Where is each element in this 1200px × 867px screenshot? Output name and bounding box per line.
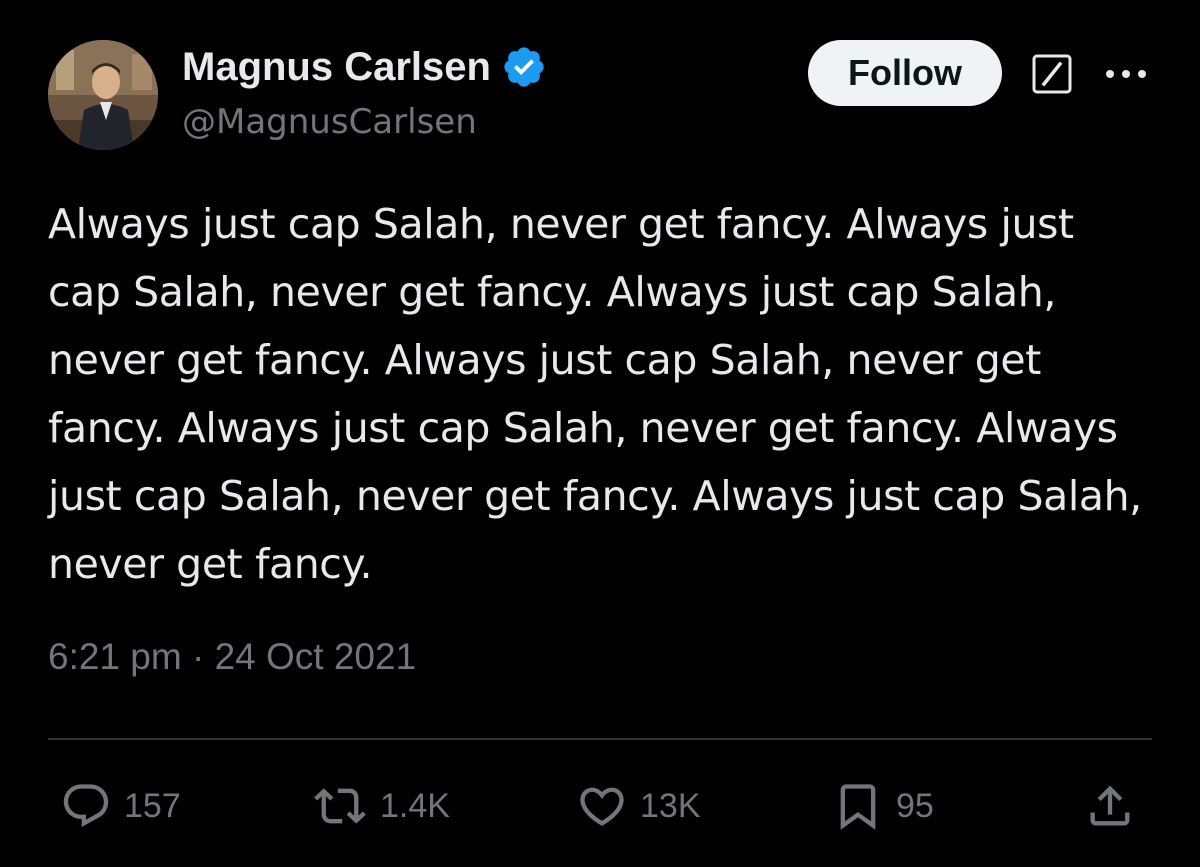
bookmark-button[interactable]: 95 bbox=[832, 776, 934, 836]
like-button[interactable]: 13K bbox=[576, 776, 701, 836]
retweet-button[interactable]: 1.4K bbox=[312, 776, 450, 836]
divider bbox=[48, 738, 1152, 740]
retweet-count: 1.4K bbox=[380, 786, 450, 825]
bookmark-count: 95 bbox=[896, 786, 934, 825]
reply-count: 157 bbox=[124, 786, 181, 825]
reply-icon bbox=[60, 780, 112, 832]
retweet-icon bbox=[312, 780, 368, 832]
verified-badge-icon bbox=[501, 44, 547, 90]
author-name-row[interactable]: Magnus Carlsen bbox=[182, 44, 547, 90]
avatar[interactable] bbox=[48, 40, 158, 150]
heart-icon bbox=[576, 780, 628, 832]
avatar-image bbox=[48, 40, 158, 150]
tweet-text: Always just cap Salah, never get fancy. … bbox=[48, 200, 1142, 588]
share-button[interactable] bbox=[1084, 776, 1136, 836]
tweet-timestamp[interactable]: 6:21 pm · 24 Oct 2021 bbox=[48, 636, 416, 678]
grok-icon[interactable] bbox=[1030, 52, 1074, 96]
share-icon bbox=[1084, 780, 1136, 832]
more-horizontal-icon[interactable] bbox=[1100, 56, 1152, 92]
bookmark-icon bbox=[832, 778, 884, 834]
author-handle[interactable]: @MagnusCarlsen bbox=[182, 102, 477, 142]
author-display-name[interactable]: Magnus Carlsen bbox=[182, 45, 491, 90]
reply-button[interactable]: 157 bbox=[60, 776, 181, 836]
like-count: 13K bbox=[640, 786, 701, 825]
follow-button[interactable]: Follow bbox=[808, 40, 1002, 106]
